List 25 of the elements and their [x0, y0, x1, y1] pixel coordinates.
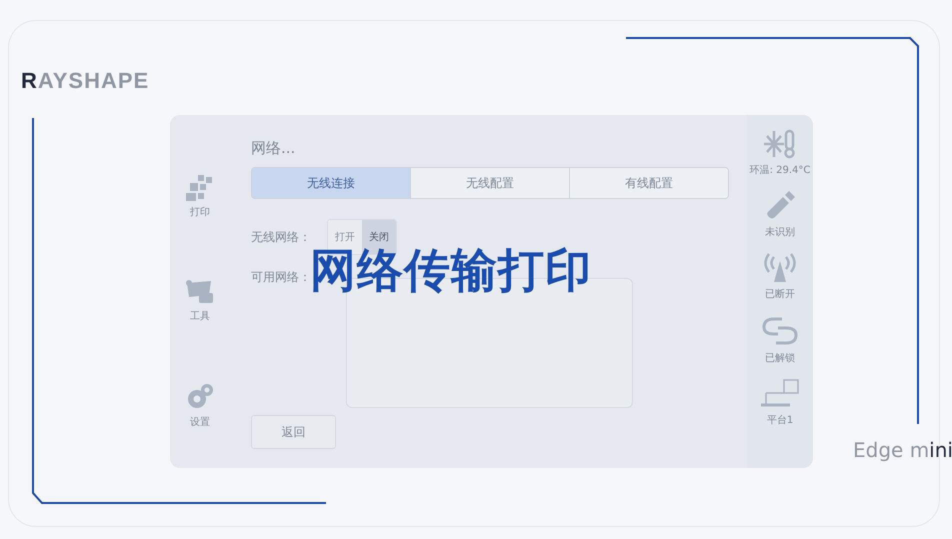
usb-stick-icon [765, 191, 795, 221]
antenna-icon [764, 253, 796, 283]
status-label: 平台1 [766, 414, 794, 427]
settings-icon [186, 383, 214, 411]
pixel-grid-icon [186, 175, 214, 201]
toolbox-icon [185, 279, 215, 305]
brand-logo: RAYSHAPE [21, 68, 150, 94]
platform-icon [760, 379, 800, 409]
nav-label[interactable]: 设置 [190, 415, 210, 429]
snowflake-thermometer-icon [762, 129, 797, 159]
field-label: 无线网络： [251, 228, 312, 246]
back-button[interactable]: 返回 [251, 415, 336, 449]
status-label: 已解锁 [765, 352, 795, 365]
status-label: 未识别 [765, 226, 795, 239]
nav-label[interactable]: 打印 [190, 205, 210, 219]
screen-title: 网络... [251, 139, 296, 159]
nav-label[interactable]: 工具 [190, 309, 210, 323]
tab[interactable]: 无线连接 [252, 168, 410, 198]
tab[interactable]: 无线配置 [410, 168, 569, 198]
tab[interactable]: 有线配置 [569, 168, 728, 198]
field-label: 可用网络： [251, 269, 312, 286]
chain-link-icon [762, 315, 798, 347]
product-name: Edge mini [853, 438, 952, 462]
status-label: 环温: 29.4°C [750, 164, 810, 177]
status-label: 已断开 [765, 288, 795, 301]
